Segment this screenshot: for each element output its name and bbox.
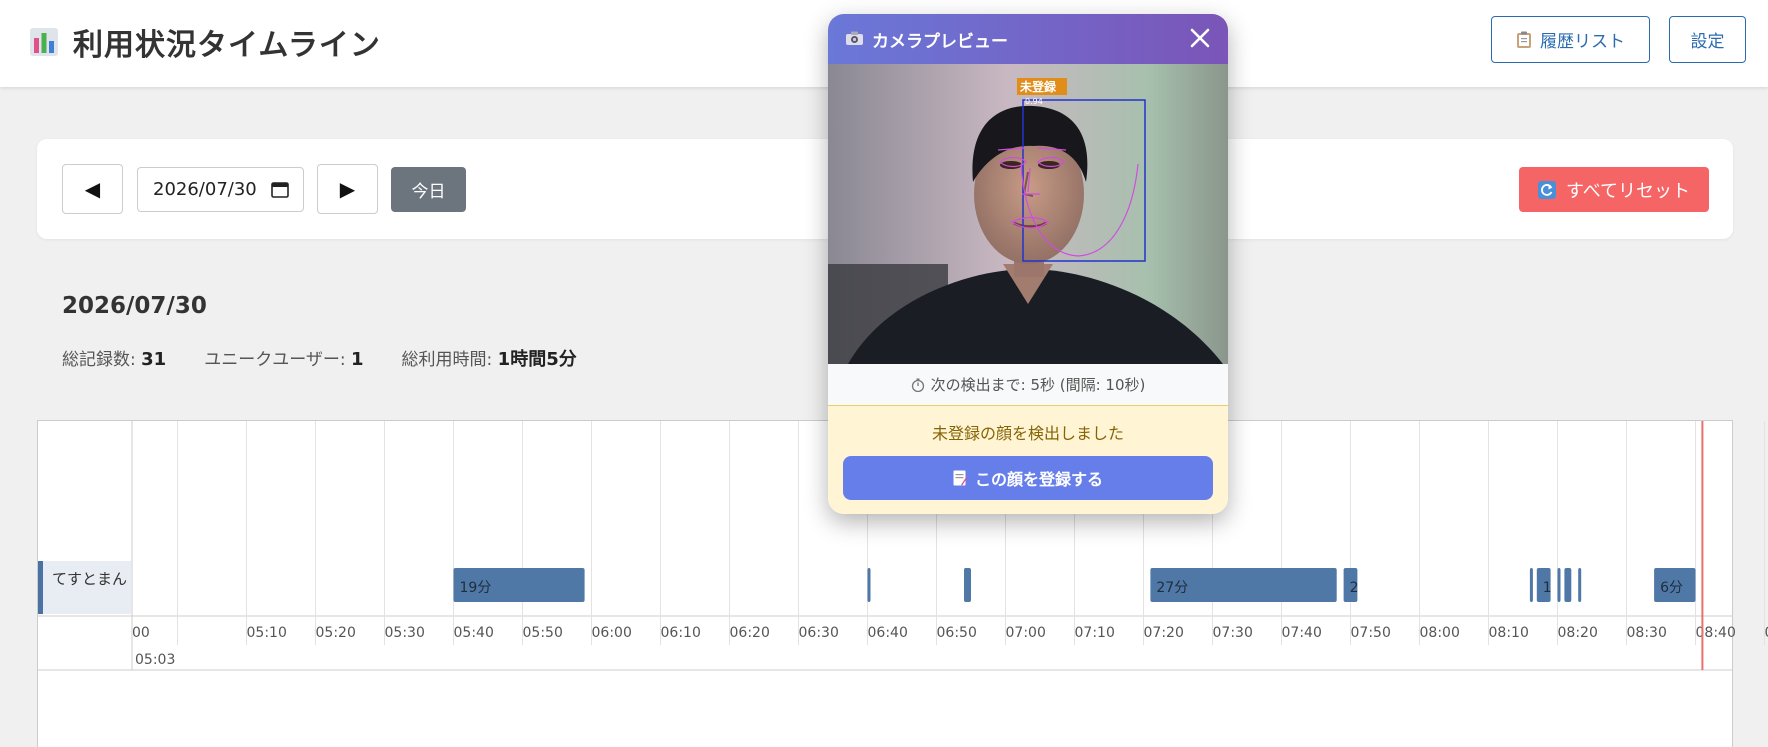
camera-feed: 未登録 0.94 [828,64,1228,364]
time-tick-label: 05:30 [385,625,425,641]
session-bar [1564,568,1572,602]
time-tick-label: 06:40 [868,625,908,641]
session-bar-label: 19分 [460,580,492,596]
time-tick-label: 06:10 [661,625,701,641]
session-bar-label: 1 [1543,580,1552,596]
camera-preview-popup: カメラプレビュー 未登録 0.94 次の検出まで: 5秒 (間隔: 10秒) 未… [828,14,1228,514]
countdown-text: 次の検出まで: 5秒 (間隔: 10秒) [930,376,1146,394]
time-tick-label: 07:50 [1351,625,1391,641]
time-tick-label: 07:30 [1213,625,1253,641]
time-tick-label: 08:50 [1765,625,1768,641]
time-tick-label: 06:50 [937,625,977,641]
camera-popup-header: カメラプレビュー [828,14,1228,64]
time-tick-label: 08:00 [1420,625,1460,641]
register-face-label: この顔を登録する [974,470,1103,489]
time-tick-label: 06:20 [730,625,770,641]
time-tick-label: 05:10 [247,625,287,641]
time-tick-label: 07:40 [1282,625,1322,641]
session-bar-label: 6分 [1660,580,1683,596]
time-tick-label: 08:30 [1627,625,1667,641]
register-face-button[interactable]: この顔を登録する [843,456,1213,500]
time-tick-label: 08:20 [1558,625,1598,641]
timeline-user-label: てすとまん [38,561,131,614]
session-bar [964,568,971,602]
time-tick-label: 05:20 [316,625,356,641]
session-bar-label: 2 [1350,580,1359,596]
time-tick-label: 07:20 [1144,625,1184,641]
detection-countdown: 次の検出まで: 5秒 (間隔: 10秒) [828,364,1228,406]
session-bar-label: 27分 [1156,580,1188,596]
time-tick-label: 07:10 [1075,625,1115,641]
unregistered-face-alert: 未登録の顔を検出しました この顔を登録する [828,406,1228,514]
camera-icon [846,31,863,45]
memo-icon [953,470,967,486]
face-score: 0.94 [1025,97,1043,106]
time-tick-label: 07:00 [1006,625,1046,641]
timeline-start-label: 05:03 [135,652,175,668]
session-bar [867,568,871,602]
camera-popup-title: カメラプレビュー [872,32,1008,52]
close-icon[interactable] [1188,26,1212,50]
alert-text: 未登録の顔を検出しました [931,424,1124,443]
session-bar [1557,568,1561,602]
stopwatch-icon [911,378,924,392]
session-bar [1578,568,1582,602]
time-tick-label: 08:10 [1489,625,1529,641]
time-tick-label: 05:50 [523,625,563,641]
session-bar [1529,568,1533,602]
face-tag-label: 未登録 [1019,79,1057,94]
time-tick-label: 06:30 [799,625,839,641]
time-tick-label: 06:00 [592,625,632,641]
time-tick-label: 00 [132,625,150,641]
time-tick-label: 05:40 [454,625,494,641]
